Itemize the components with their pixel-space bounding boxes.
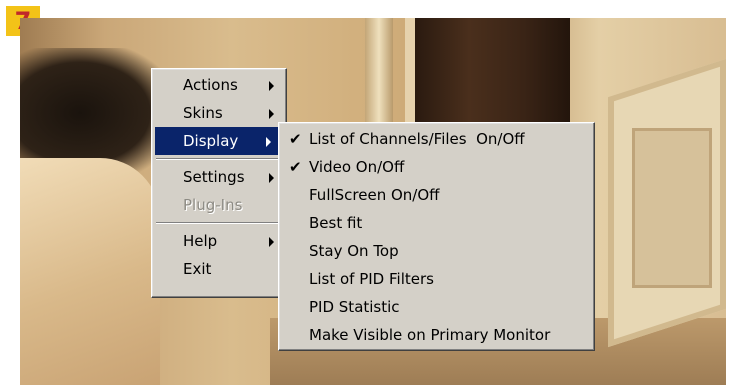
submenu-item-label: Make Visible on Primary Monitor	[309, 326, 551, 344]
checkmark-icon: ✔	[289, 158, 302, 176]
submenu-item-label: Video On/Off	[309, 158, 405, 176]
menu-item-label: Skins	[183, 104, 223, 122]
menu-item-skins[interactable]: Skins	[152, 99, 286, 127]
submenu-item-label: List of PID Filters	[309, 270, 434, 288]
menu-item-display[interactable]: Display	[155, 127, 283, 155]
submenu-item-label: FullScreen On/Off	[309, 186, 440, 204]
submenu-item-label: Best fit	[309, 214, 363, 232]
menu-item-help[interactable]: Help	[152, 227, 286, 255]
menu-item-exit[interactable]: Exit	[152, 255, 286, 283]
submenu-item-primary-monitor[interactable]: Make Visible on Primary Monitor	[279, 321, 594, 349]
menu-item-actions[interactable]: Actions	[152, 71, 286, 99]
submenu-arrow-icon	[269, 109, 274, 119]
submenu-arrow-icon	[269, 237, 274, 247]
context-menu: Actions Skins Display Settings Plug-Ins …	[151, 68, 287, 298]
menu-item-label: Plug-Ins	[183, 196, 243, 214]
checkmark-icon: ✔	[289, 130, 302, 148]
video-scene-sofa	[20, 158, 160, 385]
submenu-arrow-icon	[269, 173, 274, 183]
menu-item-label: Exit	[183, 260, 212, 278]
video-scene-wall-panel-inner	[632, 128, 712, 288]
submenu-item-video-toggle[interactable]: ✔ Video On/Off	[279, 153, 594, 181]
menu-separator	[156, 222, 282, 224]
menu-item-plug-ins: Plug-Ins	[152, 191, 286, 219]
menu-separator	[156, 158, 282, 160]
menu-item-label: Display	[183, 132, 239, 150]
submenu-arrow-icon	[269, 81, 274, 91]
submenu-item-label: List of Channels/Files On/Off	[309, 130, 525, 148]
submenu-item-pid-statistic[interactable]: PID Statistic	[279, 293, 594, 321]
display-submenu: ✔ List of Channels/Files On/Off ✔ Video …	[278, 122, 595, 351]
submenu-item-fullscreen-toggle[interactable]: FullScreen On/Off	[279, 181, 594, 209]
submenu-item-pid-filters[interactable]: List of PID Filters	[279, 265, 594, 293]
menu-item-label: Settings	[183, 168, 245, 186]
submenu-arrow-icon	[266, 137, 271, 147]
menu-item-label: Actions	[183, 76, 238, 94]
submenu-item-stay-on-top[interactable]: Stay On Top	[279, 237, 594, 265]
menu-item-settings[interactable]: Settings	[152, 163, 286, 191]
menu-item-label: Help	[183, 232, 218, 250]
submenu-item-channels-list-toggle[interactable]: ✔ List of Channels/Files On/Off	[279, 125, 594, 153]
submenu-item-best-fit[interactable]: Best fit	[279, 209, 594, 237]
submenu-item-label: Stay On Top	[309, 242, 399, 260]
submenu-item-label: PID Statistic	[309, 298, 400, 316]
